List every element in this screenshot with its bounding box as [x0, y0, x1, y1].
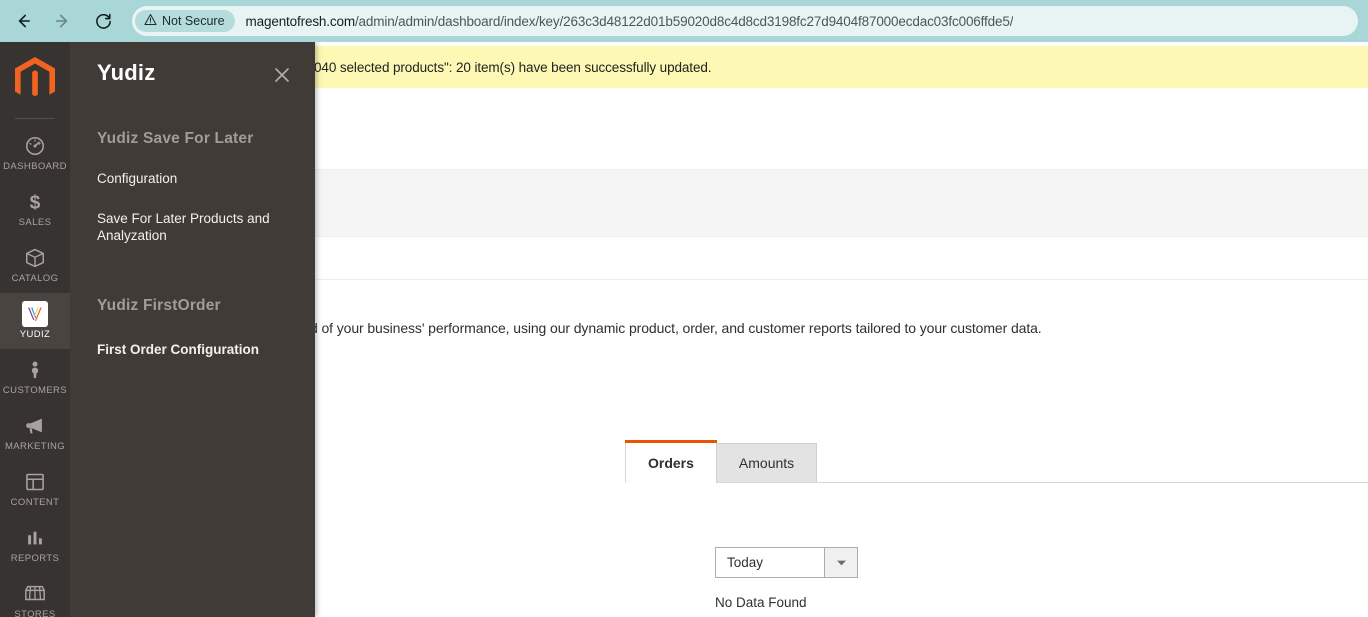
security-status-chip[interactable]: Not Secure [135, 10, 235, 32]
url-display: magentofresh.com/admin/admin/dashboard/i… [246, 14, 1014, 29]
chevron-down-icon [825, 547, 858, 578]
sidebar-item-catalog[interactable]: Catalog [0, 237, 70, 293]
sidebar-item-stores-label: Stores [14, 609, 56, 617]
storefront-icon [23, 582, 47, 606]
bar-chart-icon [24, 526, 46, 550]
submenu-link-first-order-configuration[interactable]: First Order Configuration [97, 341, 291, 359]
page-viewport: d of your business' performance, using o… [0, 42, 1368, 617]
reload-icon [94, 12, 113, 31]
yudiz-submenu-title: Yudiz [97, 60, 156, 85]
tab-orders-label: Orders [648, 454, 694, 471]
sidebar-item-marketing-label: Marketing [4, 441, 66, 453]
box-icon [24, 246, 46, 270]
admin-sidebar: Dashboard $ Sales Catalog [0, 42, 70, 617]
submenu-group-title-firstorder: Yudiz FirstOrder [97, 296, 221, 314]
forward-arrow-icon [54, 12, 72, 30]
submenu-group-title-save-for-later: Yudiz Save For Later [97, 130, 254, 147]
submenu-link-configuration[interactable]: Configuration [97, 170, 291, 188]
layout-icon [24, 470, 46, 494]
sidebar-item-catalog-label: Catalog [11, 273, 59, 285]
sidebar-item-dashboard[interactable]: Dashboard [0, 125, 70, 181]
browser-toolbar: Not Secure magentofresh.com/admin/admin/… [0, 0, 1368, 42]
url-host: magentofresh.com [245, 13, 356, 29]
sidebar-item-stores[interactable]: Stores [0, 573, 70, 617]
dollar-icon: $ [24, 190, 46, 214]
sidebar-divider [15, 118, 55, 119]
dashboard-tabs: Orders Amounts [625, 438, 1368, 483]
sidebar-item-reports-label: Reports [10, 553, 60, 565]
sidebar-item-yudiz-label: Yudiz [19, 329, 51, 341]
sidebar-item-content-label: Content [10, 497, 60, 509]
svg-text:$: $ [30, 193, 41, 214]
success-notification-text: 040 selected products": 20 item(s) have … [314, 59, 712, 75]
period-select-value: Today [715, 547, 825, 578]
warning-triangle-icon [144, 13, 157, 29]
tab-amounts[interactable]: Amounts [715, 443, 818, 483]
sidebar-item-reports[interactable]: Reports [0, 517, 70, 573]
screen: Not Secure magentofresh.com/admin/admin/… [0, 0, 1368, 617]
magento-logo-icon[interactable] [0, 42, 70, 118]
url-path: /admin/admin/dashboard/index/key/263c3d4… [354, 13, 1014, 29]
submenu-link-save-for-later-products[interactable]: Save For Later Products and Analyzation [97, 210, 291, 245]
back-arrow-icon [14, 12, 32, 30]
no-data-message: No Data Found [715, 595, 807, 610]
sidebar-item-content[interactable]: Content [0, 461, 70, 517]
sidebar-item-sales[interactable]: $ Sales [0, 181, 70, 237]
tabstrip: Orders Amounts [625, 438, 1368, 483]
security-status-label: Not Secure [162, 14, 225, 28]
close-icon[interactable] [271, 64, 293, 86]
address-bar[interactable]: Not Secure magentofresh.com/admin/admin/… [132, 6, 1358, 36]
sidebar-item-yudiz[interactable]: Yudiz [0, 293, 70, 349]
tab-orders[interactable]: Orders [625, 440, 717, 483]
reload-button[interactable] [86, 4, 120, 38]
forward-button[interactable] [46, 4, 80, 38]
sidebar-item-customers[interactable]: Customers [0, 349, 70, 405]
person-icon [24, 358, 46, 382]
back-button[interactable] [6, 4, 40, 38]
period-select[interactable]: Today [715, 547, 858, 578]
sidebar-item-customers-label: Customers [2, 385, 68, 397]
sidebar-item-dashboard-label: Dashboard [3, 161, 67, 173]
sidebar-item-sales-label: Sales [18, 217, 52, 229]
yudiz-logo-icon [22, 301, 48, 328]
sidebar-item-marketing[interactable]: Marketing [0, 405, 70, 461]
gauge-icon [24, 134, 46, 158]
yudiz-submenu-header: Yudiz [70, 42, 315, 86]
tab-amounts-label: Amounts [738, 455, 795, 471]
megaphone-icon [23, 414, 47, 438]
yudiz-submenu-panel: Yudiz Yudiz Save For Later Configuration… [70, 42, 315, 617]
